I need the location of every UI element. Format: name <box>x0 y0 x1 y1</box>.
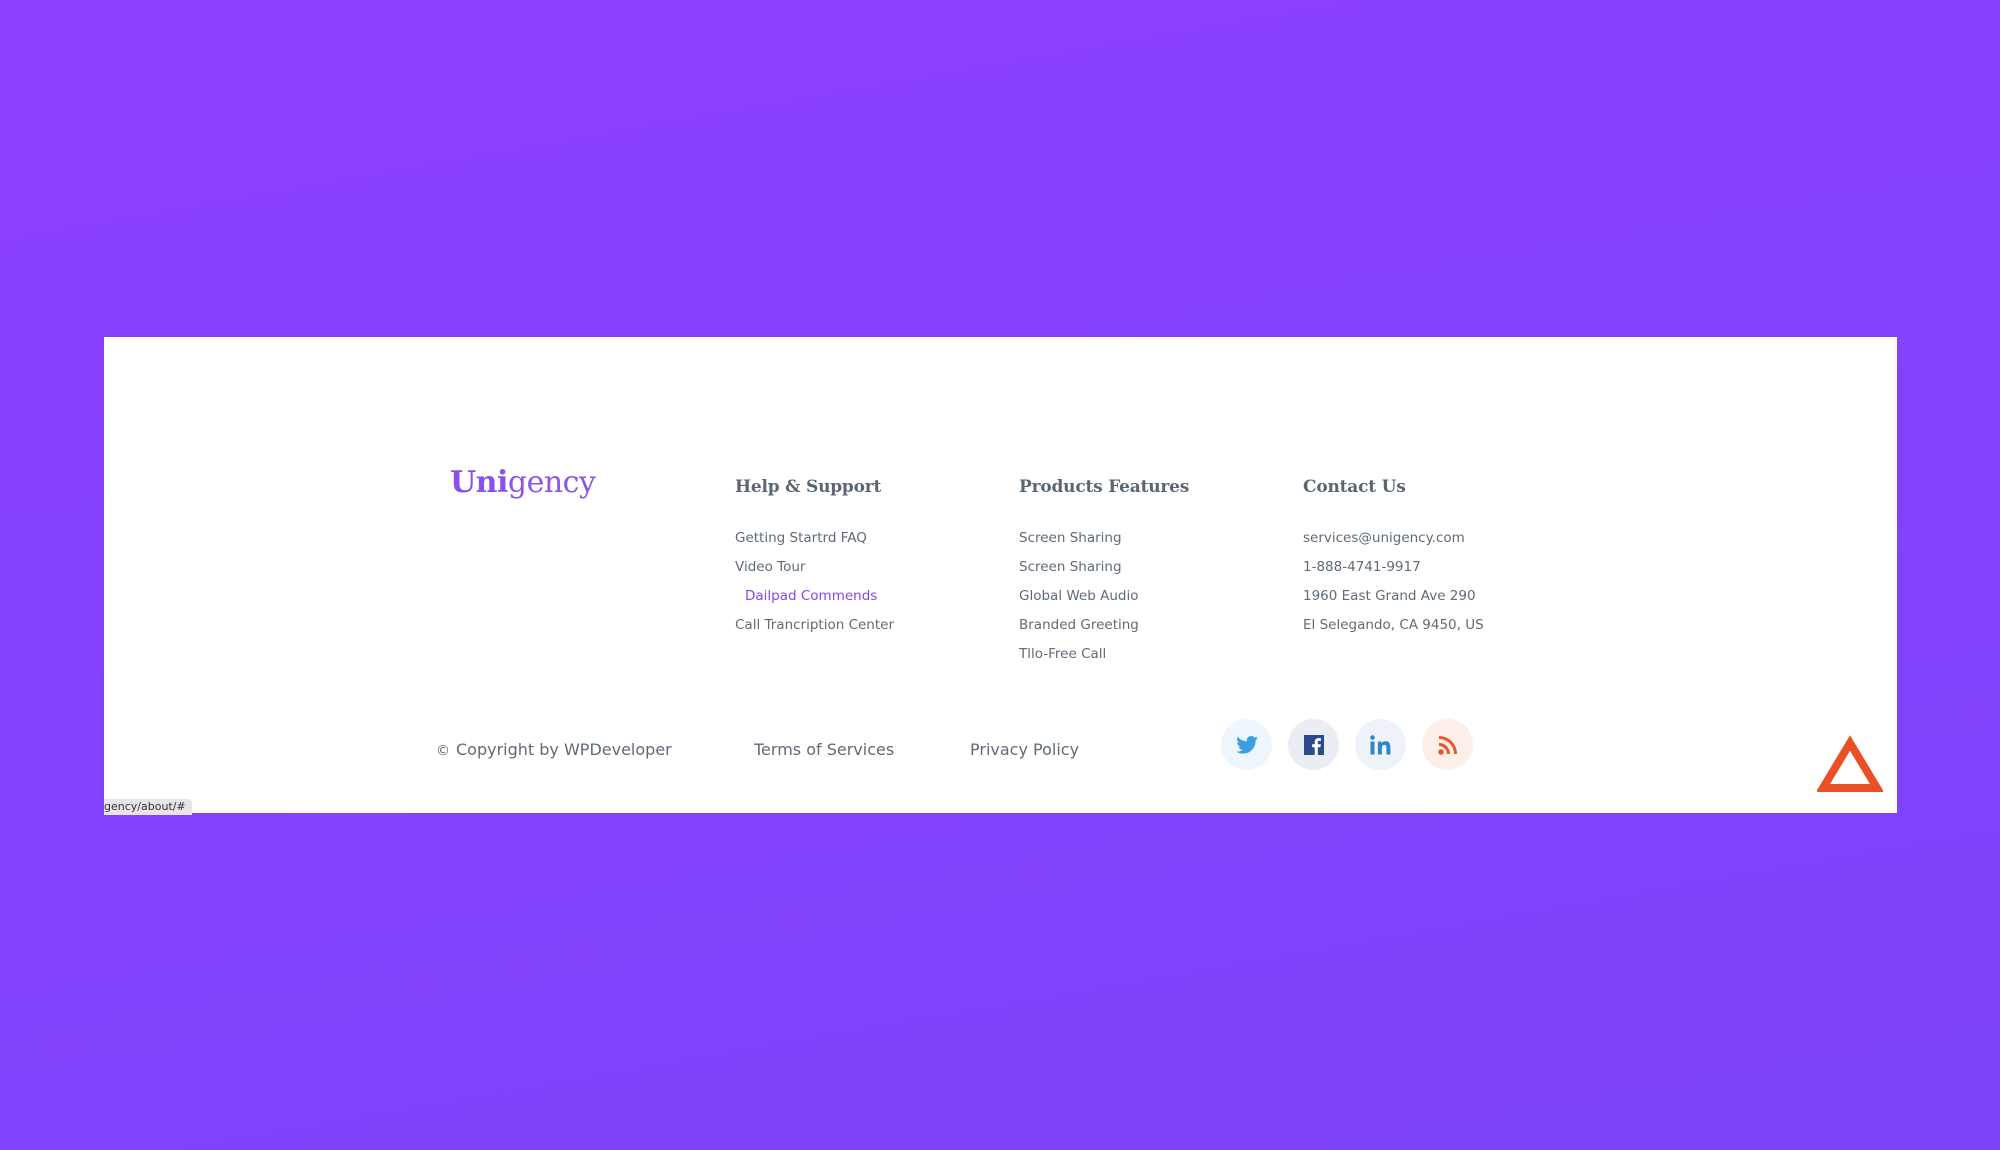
triangle-up-icon <box>1815 735 1885 792</box>
footer-card: Unigency Help & Support Getting Startrd … <box>104 337 1897 813</box>
footer-link[interactable]: Branded Greeting <box>1019 611 1189 640</box>
contact-us-column: Contact Us services@unigency.com 1-888-4… <box>1303 477 1484 640</box>
terms-label[interactable]: Terms of Services <box>754 740 894 759</box>
twitter-button[interactable] <box>1221 719 1272 770</box>
footer-link[interactable]: Screen Sharing <box>1019 524 1189 553</box>
footer-link[interactable]: Video Tour <box>735 553 894 582</box>
footer-link-active[interactable]: Dailpad Commends <box>735 582 894 611</box>
rss-button[interactable] <box>1422 719 1473 770</box>
status-bar-url: gency/about/# <box>104 799 192 815</box>
contact-phone[interactable]: 1-888-4741-9917 <box>1303 553 1484 582</box>
contact-email[interactable]: services@unigency.com <box>1303 524 1484 553</box>
copyright-text: Copyright by WPDeveloper <box>456 740 672 759</box>
products-features-column: Products Features Screen Sharing Screen … <box>1019 477 1189 669</box>
copyright: © Copyright by WPDeveloper <box>436 740 672 760</box>
scroll-to-top-button[interactable] <box>1815 735 1885 793</box>
linkedin-button[interactable] <box>1355 719 1406 770</box>
logo-rest: gency <box>507 465 596 500</box>
footer-link[interactable]: Getting Startrd FAQ <box>735 524 894 553</box>
column-title: Products Features <box>1019 477 1190 497</box>
help-support-column: Help & Support Getting Startrd FAQ Video… <box>735 477 894 640</box>
column-title: Help & Support <box>735 477 882 497</box>
logo-bold: Uni <box>450 465 508 500</box>
facebook-icon <box>1303 734 1324 755</box>
terms-link[interactable]: Terms of Services <box>754 740 894 760</box>
twitter-icon <box>1235 735 1258 754</box>
privacy-link[interactable]: Privacy Policy <box>970 740 1079 760</box>
privacy-label[interactable]: Privacy Policy <box>970 740 1079 759</box>
footer-link[interactable]: Call Trancription Center <box>735 611 894 640</box>
facebook-button[interactable] <box>1288 719 1339 770</box>
brand-logo[interactable]: Unigency <box>450 465 596 500</box>
contact-address-line1: 1960 East Grand Ave 290 <box>1303 588 1476 604</box>
footer-link[interactable]: Global Web Audio <box>1019 582 1189 611</box>
linkedin-icon <box>1369 734 1390 754</box>
footer-link[interactable]: Tllo-Free Call <box>1019 640 1189 669</box>
rss-icon <box>1437 735 1457 755</box>
copyright-icon: © <box>436 743 450 759</box>
footer-link[interactable]: Screen Sharing <box>1019 553 1189 582</box>
contact-address-line2: El Selegando, CA 9450, US <box>1303 617 1484 633</box>
column-title: Contact Us <box>1303 477 1406 497</box>
social-links <box>1221 719 1473 770</box>
